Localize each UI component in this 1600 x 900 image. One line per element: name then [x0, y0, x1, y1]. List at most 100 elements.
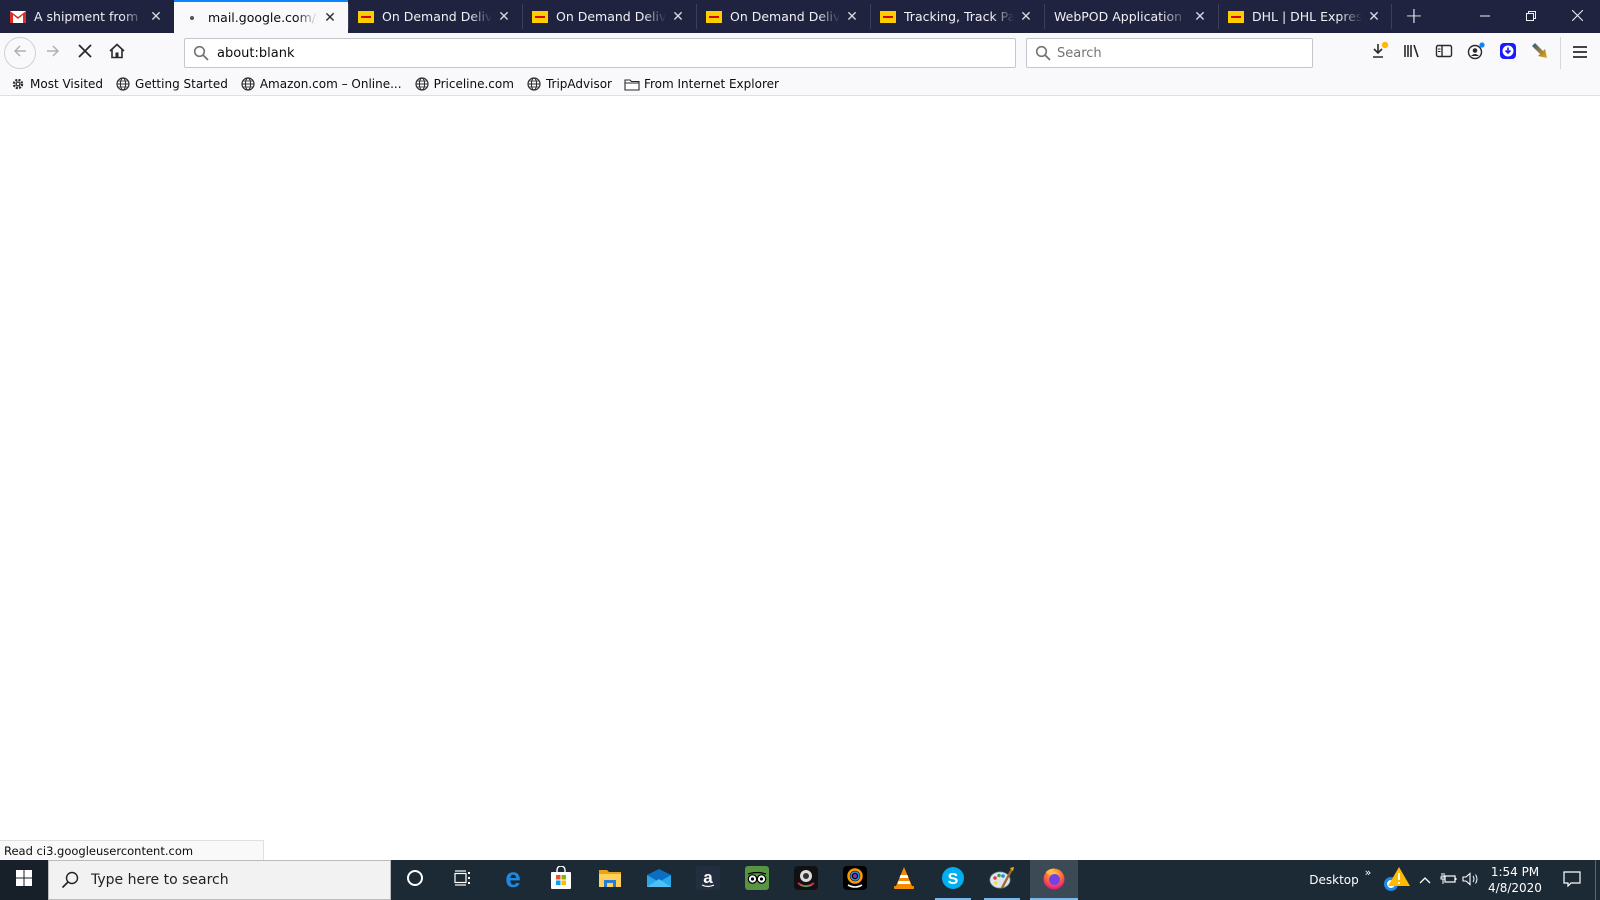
svg-text:a: a: [703, 868, 713, 887]
skype-icon: S: [941, 866, 965, 894]
dhl-icon: [706, 9, 722, 25]
search-icon: [1035, 45, 1051, 61]
bookmark-folder-internet-explorer[interactable]: From Internet Explorer: [624, 76, 779, 92]
home-button[interactable]: [101, 37, 133, 69]
clock-time: 1:54 PM: [1490, 865, 1540, 879]
webcam-color-icon: [843, 866, 867, 894]
desktop-toolbar[interactable]: Desktop: [1306, 860, 1362, 900]
stop-icon: [77, 43, 93, 63]
tab-gmail-shipment[interactable]: A shipment from order ✕: [0, 0, 174, 33]
clock[interactable]: 1:54 PM 4/8/2020: [1480, 864, 1550, 896]
close-icon: [1571, 9, 1583, 25]
tab-on-demand-delivery-1[interactable]: On Demand Delivery ✕: [348, 0, 522, 33]
toolbar-overflow-button[interactable]: »: [1362, 852, 1374, 892]
sidebar-button[interactable]: [1430, 39, 1458, 67]
restore-button[interactable]: [1508, 0, 1554, 33]
open-menu-button[interactable]: [1566, 39, 1594, 67]
back-button[interactable]: [4, 37, 36, 69]
new-tab-button[interactable]: +: [1396, 0, 1432, 33]
search-icon: [193, 45, 209, 61]
gmail-icon: [10, 9, 26, 25]
clock-date: 4/8/2020: [1488, 881, 1542, 895]
store-icon: [549, 865, 573, 894]
tab-on-demand-delivery-3[interactable]: On Demand Delivery ✕: [696, 0, 870, 33]
bookmark-most-visited[interactable]: Most Visited: [10, 76, 103, 92]
taskbar-tripadvisor[interactable]: [733, 860, 781, 900]
extension-arrow-button[interactable]: [1526, 39, 1554, 67]
taskbar-webcam-2[interactable]: [831, 860, 879, 900]
tab-close-icon[interactable]: ✕: [844, 9, 860, 25]
taskbar-skype[interactable]: S: [929, 860, 977, 900]
taskbar-edge[interactable]: e: [489, 860, 537, 900]
tray-warning-app[interactable]: [1378, 860, 1414, 900]
taskbar-firefox[interactable]: [1030, 860, 1078, 900]
tab-close-icon[interactable]: ✕: [322, 10, 338, 26]
show-desktop-button[interactable]: [1595, 860, 1600, 900]
tab-webpod[interactable]: WebPOD Application ✕: [1044, 0, 1218, 33]
minimize-button[interactable]: [1462, 0, 1508, 33]
tab-close-icon[interactable]: ✕: [1366, 9, 1382, 25]
search-bar[interactable]: Search: [1026, 38, 1313, 68]
tab-dhl-express[interactable]: DHL | DHL Express | E ✕: [1218, 0, 1392, 33]
bookmark-label: Amazon.com – Online...: [259, 76, 402, 91]
download-circle-icon: [1499, 42, 1517, 64]
globe-icon: [240, 76, 256, 92]
search-placeholder: Search: [1057, 45, 1102, 61]
folder-icon: [598, 867, 622, 893]
taskbar-mail[interactable]: [635, 860, 683, 900]
url-bar[interactable]: about:blank: [184, 38, 1016, 68]
taskbar-vlc[interactable]: [880, 860, 928, 900]
plus-icon: +: [1404, 4, 1424, 29]
volume-button[interactable]: [1460, 860, 1482, 900]
tab-close-icon[interactable]: ✕: [670, 9, 686, 25]
tab-tracking[interactable]: Tracking, Track Parcels ✕: [870, 0, 1044, 33]
taskbar-search-box[interactable]: Type here to search: [48, 860, 391, 900]
globe-icon: [414, 76, 430, 92]
tab-title: WebPOD Application: [1054, 9, 1183, 24]
taskbar-paint[interactable]: [978, 860, 1026, 900]
close-window-button[interactable]: [1554, 0, 1600, 33]
restore-icon: [1526, 9, 1536, 25]
bookmark-getting-started[interactable]: Getting Started: [115, 76, 228, 92]
start-button[interactable]: [0, 860, 48, 900]
bookmark-label: Getting Started: [135, 76, 228, 91]
minimize-icon: [1480, 9, 1490, 25]
cortana-button[interactable]: [391, 860, 439, 900]
show-hidden-icons-button[interactable]: [1414, 860, 1436, 900]
tab-on-demand-delivery-2[interactable]: On Demand Delivery ✕: [522, 0, 696, 33]
download-extension-button[interactable]: [1494, 39, 1522, 67]
mail-icon: [646, 868, 672, 892]
tab-close-icon[interactable]: ✕: [148, 9, 164, 25]
power-tray-button[interactable]: [1436, 860, 1460, 900]
amazon-icon: a: [696, 866, 720, 894]
dhl-icon: [1228, 9, 1244, 25]
taskbar-store[interactable]: [537, 860, 585, 900]
arrow-right-icon: [45, 43, 61, 63]
page-content[interactable]: [0, 96, 1600, 860]
tab-close-icon[interactable]: ✕: [496, 9, 512, 25]
tab-close-icon[interactable]: ✕: [1192, 9, 1208, 25]
taskbar-webcam[interactable]: [782, 860, 830, 900]
taskbar-amazon[interactable]: a: [684, 860, 732, 900]
task-view-button[interactable]: [439, 860, 487, 900]
bookmark-tripadvisor[interactable]: TripAdvisor: [526, 76, 612, 92]
globe-icon: [526, 76, 542, 92]
bookmark-label: Priceline.com: [433, 76, 514, 91]
tab-close-icon[interactable]: ✕: [1018, 9, 1034, 25]
taskbar-file-explorer[interactable]: [586, 860, 634, 900]
tab-strip: A shipment from order ✕ mail.google.com/…: [0, 0, 1600, 33]
bookmark-amazon[interactable]: Amazon.com – Online...: [240, 76, 402, 92]
bookmark-label: TripAdvisor: [545, 76, 612, 91]
account-button[interactable]: [1462, 39, 1490, 67]
forward-button[interactable]: [37, 37, 69, 69]
globe-icon: [115, 76, 131, 92]
downloads-button[interactable]: [1366, 39, 1394, 67]
bookmark-priceline[interactable]: Priceline.com: [414, 76, 514, 92]
action-center-button[interactable]: [1552, 860, 1592, 900]
library-button[interactable]: [1398, 39, 1426, 67]
tab-title: On Demand Delivery: [556, 9, 666, 24]
tab-mail-google[interactable]: mail.google.com/mail ✕: [174, 0, 348, 33]
hamburger-menu-icon: [1572, 44, 1588, 63]
stop-button[interactable]: [69, 37, 101, 69]
warning-icon: [1381, 865, 1411, 896]
